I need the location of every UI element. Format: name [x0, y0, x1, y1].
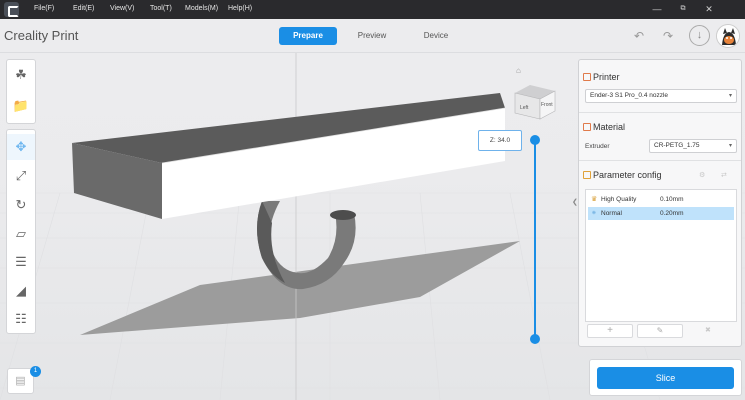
avatar-image	[717, 25, 739, 47]
parameter-config-title: Parameter config	[593, 170, 662, 180]
layer-height-label: Z: 34.0	[478, 130, 522, 151]
list-item[interactable]: ⁕ Normal 0.20mm	[588, 207, 734, 220]
slice-panel: Slice	[589, 359, 742, 396]
feather-icon: ⁕	[591, 210, 597, 217]
restore-icon[interactable]: ⧉	[676, 2, 690, 16]
rotate-icon[interactable]: ↻	[7, 192, 35, 218]
avatar[interactable]	[716, 24, 740, 48]
settings-icon[interactable]: ⚙	[699, 171, 705, 179]
printer-select[interactable]: Ender-3 S1 Pro_0.4 nozzle ▾	[585, 89, 737, 103]
edit-profile-button[interactable]: ✎	[637, 324, 683, 338]
printer-icon	[583, 73, 591, 81]
home-view-icon[interactable]: ⌂	[516, 66, 521, 75]
title-bar: File(F) Edit(E) View(V) Tool(T) Models(M…	[0, 0, 745, 19]
undo-icon[interactable]: ↶	[630, 27, 648, 45]
menu-help[interactable]: Help(H)	[228, 5, 252, 12]
chevron-down-icon: ▾	[728, 93, 732, 99]
extruder-label: Extruder	[585, 143, 610, 150]
menu-tool[interactable]: Tool(T)	[150, 5, 172, 12]
open-folder-icon[interactable]: 📁	[7, 93, 35, 119]
parameter-config-icon	[583, 171, 591, 179]
menu-view[interactable]: View(V)	[110, 5, 134, 12]
profile-layer-height: 0.20mm	[660, 210, 684, 217]
profile-name: High Quality	[601, 196, 637, 203]
layer-slider-top-handle[interactable]	[530, 135, 540, 145]
menu-models[interactable]: Models(M)	[185, 5, 218, 12]
app-logo-icon	[4, 2, 19, 17]
menu-edit[interactable]: Edit(E)	[73, 5, 94, 12]
add-model-icon[interactable]: ☘	[7, 62, 35, 88]
view-cube-left-face[interactable]: Left	[520, 105, 529, 111]
close-icon[interactable]: ✕	[702, 2, 716, 16]
layer-slider-bottom-handle[interactable]	[530, 334, 540, 344]
material-select-value: CR-PETG_1.75	[654, 142, 700, 149]
slice-button[interactable]: Slice	[597, 367, 734, 389]
app-header: Creality Print Prepare Preview Device ↶ …	[0, 19, 745, 53]
material-select[interactable]: CR-PETG_1.75 ▾	[649, 139, 737, 153]
delete-icon[interactable]: ✖	[705, 326, 711, 334]
layer-slider-track[interactable]	[534, 141, 536, 339]
divider	[579, 112, 741, 113]
divider	[579, 160, 741, 161]
app-name: Creality Print	[4, 28, 79, 43]
download-icon[interactable]: ↓	[689, 25, 710, 46]
add-profile-button[interactable]: +	[587, 324, 633, 338]
redo-icon[interactable]: ↷	[659, 27, 677, 45]
support-icon[interactable]: ◢	[7, 278, 35, 304]
crown-icon: ♛	[591, 196, 598, 203]
plate-count-badge: 1	[30, 366, 41, 377]
tab-prepare[interactable]: Prepare	[279, 27, 337, 45]
view-cube-front-face[interactable]: Front	[541, 102, 553, 108]
material-icon	[583, 123, 591, 131]
move-icon[interactable]: ✥	[7, 134, 35, 160]
profile-list: ♛ High Quality 0.10mm ⁕ Normal 0.20mm	[585, 189, 737, 322]
scale-icon[interactable]: ⤢	[7, 163, 35, 189]
printer-section-title: Printer	[593, 72, 620, 82]
list-item[interactable]: ♛ High Quality 0.10mm	[588, 193, 734, 206]
printer-select-value: Ender-3 S1 Pro_0.4 nozzle	[590, 92, 669, 99]
import-icon[interactable]: ⇄	[721, 171, 727, 179]
collapse-panel-icon[interactable]: ❮	[572, 198, 578, 206]
model-hook-end	[330, 210, 356, 220]
minimize-icon[interactable]: —	[650, 2, 664, 16]
lay-on-face-icon[interactable]: ▱	[7, 221, 35, 247]
layout-icon[interactable]: ☰	[7, 249, 35, 275]
profile-layer-height: 0.10mm	[660, 196, 684, 203]
chevron-down-icon: ▾	[728, 143, 732, 149]
profile-name: Normal	[601, 210, 622, 217]
tab-device[interactable]: Device	[407, 27, 465, 45]
settings-panel: Printer Ender-3 S1 Pro_0.4 nozzle ▾ Mate…	[578, 59, 742, 347]
material-section-title: Material	[593, 122, 626, 132]
split-icon[interactable]: ☷	[7, 306, 35, 332]
menu-file[interactable]: File(F)	[34, 5, 54, 12]
tab-preview[interactable]: Preview	[343, 27, 401, 45]
